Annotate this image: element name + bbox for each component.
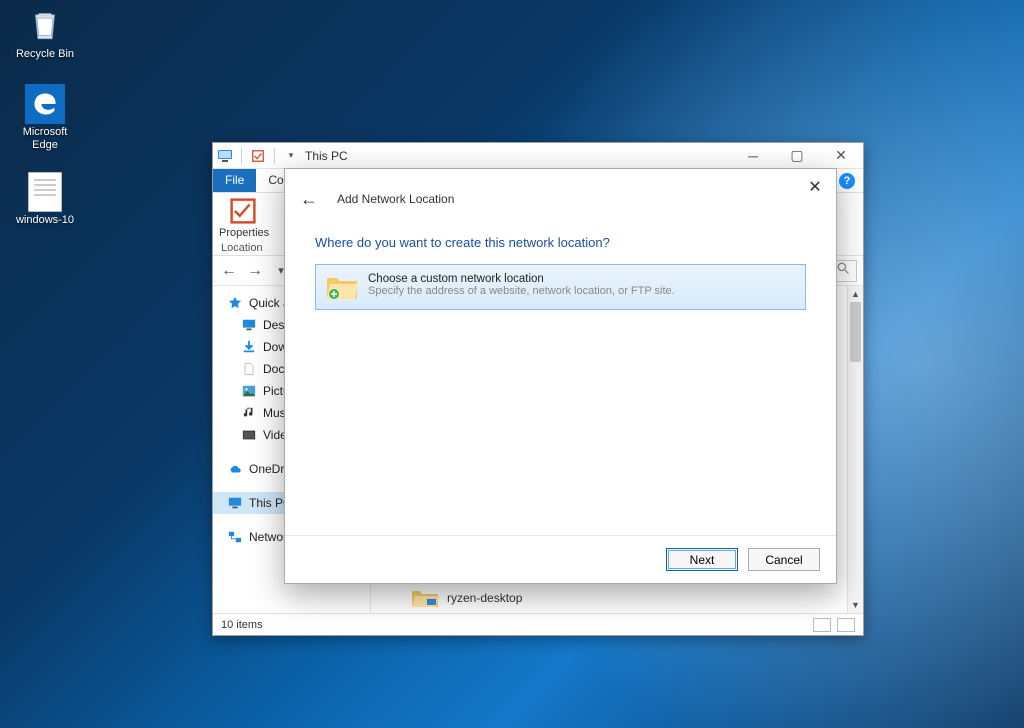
music-icon — [241, 405, 257, 421]
edge-icon — [25, 84, 65, 124]
properties-icon — [227, 197, 259, 225]
cancel-button[interactable]: Cancel — [748, 548, 820, 571]
minimize-button[interactable]: ─ — [731, 143, 775, 169]
dropdown-icon[interactable]: ▾ — [283, 148, 299, 164]
desktop-icon-microsoft-edge[interactable]: Microsoft Edge — [10, 84, 80, 152]
documents-icon — [241, 361, 257, 377]
add-network-location-dialog: ✕ ← Add Network Location Where do you wa… — [284, 168, 837, 584]
this-pc-icon — [217, 148, 233, 164]
desktop-icon — [241, 317, 257, 333]
ribbon-item-label: Properties — [219, 227, 267, 239]
option-subtitle: Specify the address of a website, networ… — [368, 285, 675, 297]
help-icon[interactable]: ? — [839, 173, 855, 189]
view-large-icons-button[interactable] — [837, 618, 855, 632]
scroll-down-icon[interactable]: ▼ — [848, 597, 863, 613]
nav-back-button[interactable]: ← — [219, 261, 239, 281]
option-title: Choose a custom network location — [368, 273, 675, 285]
next-button[interactable]: Next — [666, 548, 738, 571]
network-folder-icon — [411, 588, 439, 608]
dialog-title: Add Network Location — [337, 192, 454, 206]
title-bar: ▾ This PC ─ ▢ ✕ — [213, 143, 863, 169]
pictures-icon — [241, 383, 257, 399]
text-file-icon — [25, 172, 65, 212]
maximize-button[interactable]: ▢ — [775, 143, 819, 169]
videos-icon — [241, 427, 257, 443]
status-item-count: 10 items — [221, 619, 263, 631]
desktop-icon-label: Recycle Bin — [10, 48, 80, 61]
desktop-icon-windows-10[interactable]: windows-10 — [10, 172, 80, 227]
recycle-bin-icon — [25, 6, 65, 46]
scrollbar-thumb[interactable] — [850, 302, 861, 362]
tab-file[interactable]: File — [213, 169, 256, 192]
option-custom-network-location[interactable]: Choose a custom network location Specify… — [315, 264, 806, 310]
dialog-back-button[interactable]: ← — [297, 187, 321, 211]
status-bar: 10 items — [213, 613, 863, 635]
vertical-scrollbar[interactable]: ▲ ▼ — [847, 286, 863, 613]
ribbon-properties-button[interactable]: Properties — [219, 197, 267, 239]
scroll-up-icon[interactable]: ▲ — [848, 286, 863, 302]
network-icon — [227, 529, 243, 545]
search-icon — [837, 262, 850, 280]
desktop-icon-label: Microsoft Edge — [10, 126, 80, 152]
window-title: This PC — [305, 149, 348, 163]
star-icon — [227, 295, 243, 311]
dialog-close-button[interactable]: ✕ — [800, 175, 830, 199]
network-folder-icon — [326, 273, 358, 301]
properties-quickaccess-icon[interactable] — [250, 148, 266, 164]
dialog-heading: Where do you want to create this network… — [285, 211, 836, 264]
view-details-button[interactable] — [813, 618, 831, 632]
close-button[interactable]: ✕ — [819, 143, 863, 169]
desktop-icon-label: windows-10 — [10, 214, 80, 227]
onedrive-icon — [227, 461, 243, 477]
downloads-icon — [241, 339, 257, 355]
network-location-item[interactable]: ryzen-desktop — [411, 588, 522, 608]
desktop-icon-recycle-bin[interactable]: Recycle Bin — [10, 6, 80, 61]
dialog-button-row: Next Cancel — [285, 535, 836, 583]
nav-forward-button[interactable]: → — [245, 261, 265, 281]
ribbon-section-label: Location — [221, 242, 263, 254]
item-label: ryzen-desktop — [447, 591, 522, 605]
this-pc-icon — [227, 495, 243, 511]
